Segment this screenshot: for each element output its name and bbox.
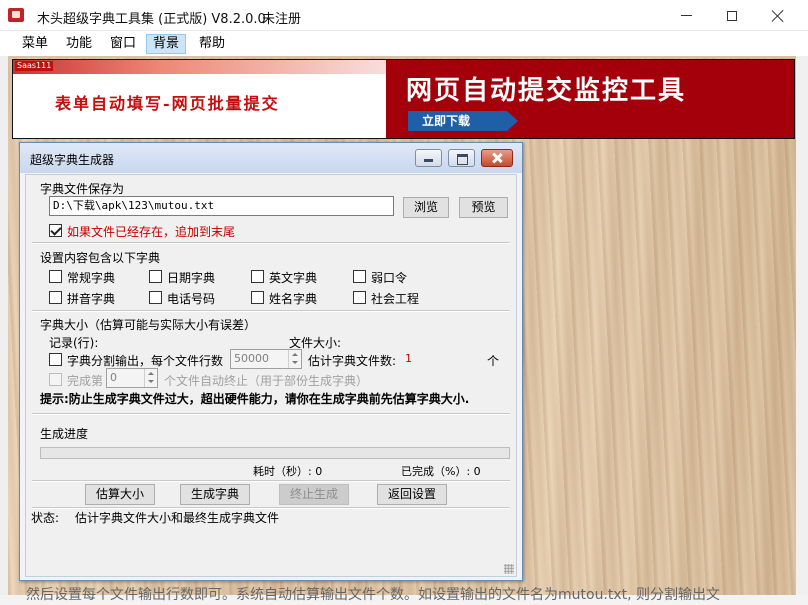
estimate-files-label: 估计字典文件数: xyxy=(308,354,397,368)
label-name-dict: 姓名字典 xyxy=(269,292,318,306)
dialog-close-button[interactable] xyxy=(481,149,513,167)
close-button[interactable] xyxy=(755,0,801,30)
completed-percent: 已完成（%）: 0 xyxy=(401,465,481,478)
banner-left-text: 表单自动填写-网页批量提交 xyxy=(55,94,280,113)
checkbox-date-dict[interactable] xyxy=(149,270,162,283)
menu-item-menu[interactable]: 菜单 xyxy=(16,34,54,54)
generate-dictionary-button[interactable]: 生成字典 xyxy=(180,484,250,505)
separator xyxy=(32,413,510,415)
banner-right-panel: 网页自动提交监控工具 立即下载 xyxy=(386,60,794,138)
stop-after-suffix: 个文件自动终止（用于部份生成字典） xyxy=(164,374,369,388)
label-regular-dict: 常规字典 xyxy=(67,271,116,285)
estimate-files-value: 1 xyxy=(405,352,412,365)
label-english-dict: 英文字典 xyxy=(269,271,318,285)
stop-after-value: 0 xyxy=(110,371,117,384)
stop-after-stepper[interactable]: 0 xyxy=(106,368,158,388)
checkbox-pinyin-dict[interactable] xyxy=(49,291,62,304)
ad-banner[interactable]: Saas111 表单自动填写-网页批量提交 网页自动提交监控工具 立即下载 xyxy=(12,59,795,139)
label-weak-password: 弱口令 xyxy=(371,271,408,285)
records-label: 记录(行): xyxy=(49,336,99,350)
dialog-body: 字典文件保存为 D:\下载\apk\123\mutou.txt 浏览 预览 如果… xyxy=(25,174,517,577)
append-label: 如果文件已经存在，追加到末尾 xyxy=(67,225,236,239)
menu-bar: 菜单 功能 窗口 背景 帮助 xyxy=(0,31,808,56)
split-output-label: 字典分割输出，每个文件行数 xyxy=(67,354,224,368)
registration-status: 未注册 xyxy=(262,12,302,27)
banner-right-text: 网页自动提交监控工具 xyxy=(406,76,687,106)
browse-button[interactable]: 浏览 xyxy=(403,197,449,218)
stop-after-prefix: 完成第 xyxy=(67,374,104,388)
status-label: 状态: xyxy=(31,511,60,525)
size-tip: 提示:防止生成字典文件过大，超出硬件能力，请你在生成字典前先估算字典大小. xyxy=(40,392,470,406)
back-to-settings-button[interactable]: 返回设置 xyxy=(377,484,447,505)
status-text: 估计字典文件大小和最终生成字典文件 xyxy=(75,511,280,525)
split-output-checkbox[interactable] xyxy=(49,353,62,366)
banner-left-panel: Saas111 表单自动填写-网页批量提交 xyxy=(13,60,386,138)
separator xyxy=(32,480,510,482)
checkbox-social-engineering[interactable] xyxy=(353,291,366,304)
background-document-text: 然后设置每个文件输出行数即可。系统自动估算输出文件个数。如设置输出的文件名为mu… xyxy=(26,587,721,603)
label-pinyin-dict: 拼音字典 xyxy=(67,292,116,306)
app-icon xyxy=(8,8,24,22)
size-section-label: 字典大小（估算可能与实际大小有误差） xyxy=(40,318,257,332)
dialog-title: 超级字典生成器 xyxy=(30,153,115,167)
checkbox-phone-number[interactable] xyxy=(149,291,162,304)
minimize-icon xyxy=(680,15,692,16)
window-title: 木头超级字典工具集 (正式版) V8.2.0.0 xyxy=(37,12,266,27)
resize-grip-icon[interactable] xyxy=(504,564,514,574)
progress-section-label: 生成进度 xyxy=(40,427,89,441)
checkbox-regular-dict[interactable] xyxy=(49,270,62,283)
estimate-files-unit: 个 xyxy=(487,354,500,368)
append-checkbox[interactable] xyxy=(49,224,62,237)
elapsed-time: 耗时（秒）: 0 xyxy=(253,465,323,478)
background-document-edge xyxy=(0,56,8,605)
save-path-input[interactable]: D:\下载\apk\123\mutou.txt xyxy=(49,196,394,216)
estimate-size-button[interactable]: 估算大小 xyxy=(85,484,155,505)
menu-item-background[interactable]: 背景 xyxy=(146,34,187,54)
separator xyxy=(32,310,510,312)
lines-per-file-stepper[interactable]: 50000 xyxy=(230,349,302,369)
lines-per-file-value: 50000 xyxy=(234,352,269,365)
separator xyxy=(32,242,510,244)
dialog-title-bar: 超级字典生成器 xyxy=(20,143,522,173)
title-bar: 木头超级字典工具集 (正式版) V8.2.0.0 未注册 xyxy=(0,0,808,31)
menu-item-window[interactable]: 窗口 xyxy=(104,34,142,54)
dialog-minimize-button[interactable] xyxy=(415,149,442,167)
label-date-dict: 日期字典 xyxy=(167,271,216,285)
banner-download-button[interactable]: 立即下载 xyxy=(408,111,518,131)
checkbox-name-dict[interactable] xyxy=(251,291,264,304)
save-section-label: 字典文件保存为 xyxy=(40,182,125,196)
generation-progress-bar xyxy=(40,447,510,459)
stepper-arrows-icon[interactable] xyxy=(144,369,157,387)
banner-stripe xyxy=(13,60,386,74)
checkbox-english-dict[interactable] xyxy=(251,270,264,283)
maximize-button[interactable] xyxy=(709,0,755,30)
minimize-button[interactable] xyxy=(663,0,709,30)
checkbox-weak-password[interactable] xyxy=(353,270,366,283)
maximize-icon xyxy=(727,10,737,21)
close-icon xyxy=(772,10,784,22)
stop-generation-button[interactable]: 终止生成 xyxy=(279,484,349,505)
preview-button[interactable]: 预览 xyxy=(459,197,508,218)
content-section-label: 设置内容包含以下字典 xyxy=(40,251,161,265)
dictionary-generator-dialog: 超级字典生成器 字典文件保存为 D:\下载\apk\123\mutou.txt … xyxy=(19,142,523,581)
stepper-arrows-icon[interactable] xyxy=(288,350,301,368)
menu-item-help[interactable]: 帮助 xyxy=(193,34,231,54)
right-edge xyxy=(796,56,808,605)
stop-after-checkbox[interactable] xyxy=(49,373,62,386)
menu-item-function[interactable]: 功能 xyxy=(60,34,98,54)
label-phone-number: 电话号码 xyxy=(167,292,216,306)
dialog-restore-button[interactable] xyxy=(448,149,475,167)
banner-tag: Saas111 xyxy=(15,61,54,71)
label-social-engineering: 社会工程 xyxy=(371,292,420,306)
